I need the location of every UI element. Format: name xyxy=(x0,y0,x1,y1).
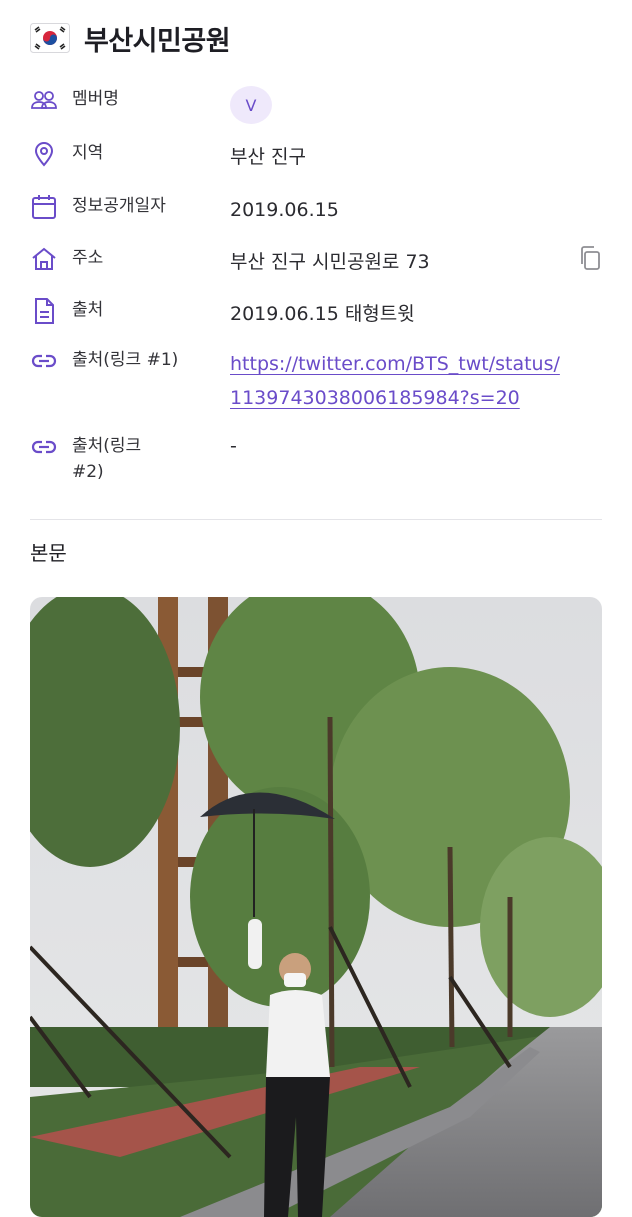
link2-label-line1: 출처(링크 xyxy=(72,436,142,456)
location-pin-icon xyxy=(34,142,54,167)
link2-label: 출처(링크 #2) xyxy=(72,433,200,485)
link1-anchor[interactable]: https://twitter.com/BTS_twt/status/ 1139… xyxy=(230,347,602,415)
field-link2: 출처(링크 #2) - xyxy=(30,433,602,485)
region-value: 부산 진구 xyxy=(230,146,306,168)
member-badge[interactable]: V xyxy=(230,86,272,124)
link1-label: 출처(링크 #1) xyxy=(72,350,179,370)
people-icon xyxy=(31,91,57,109)
member-value: V xyxy=(245,95,257,115)
source-label: 출처 xyxy=(72,300,104,320)
divider xyxy=(30,519,602,520)
link1-line2[interactable]: 1139743038006185984?s=20 xyxy=(230,381,602,415)
park-photo-illustration xyxy=(30,597,602,1217)
field-address: 주소 부산 진구 시민공원로 73 xyxy=(30,245,602,279)
date-label: 정보공개일자 xyxy=(72,196,166,216)
address-value: 부산 진구 시민공원로 73 xyxy=(230,251,430,273)
field-date: 정보공개일자 2019.06.15 xyxy=(30,193,602,227)
address-label: 주소 xyxy=(72,248,104,268)
body-section-title: 본문 xyxy=(30,541,67,565)
link-icon xyxy=(31,354,57,368)
member-label: 멤버명 xyxy=(72,89,119,109)
link-icon xyxy=(31,440,57,454)
place-header: 부산시민공원 xyxy=(30,18,231,58)
link2-label-line2: #2) xyxy=(72,462,104,482)
document-icon xyxy=(35,298,54,324)
link2-value: - xyxy=(230,435,237,457)
link1-line1[interactable]: https://twitter.com/BTS_twt/status/ xyxy=(230,347,602,381)
region-label: 지역 xyxy=(72,143,104,163)
copy-icon[interactable] xyxy=(578,245,602,271)
field-member: 멤버명 V xyxy=(30,86,602,124)
field-region: 지역 부산 진구 xyxy=(30,140,602,174)
calendar-icon xyxy=(32,195,56,219)
source-value: 2019.06.15 태형트윗 xyxy=(230,303,415,325)
field-link1: 출처(링크 #1) https://twitter.com/BTS_twt/st… xyxy=(30,347,602,415)
page-title: 부산시민공원 xyxy=(84,25,231,57)
flag-icon xyxy=(30,23,70,53)
field-source: 출처 2019.06.15 태형트윗 xyxy=(30,297,602,331)
home-icon xyxy=(32,247,56,270)
body-photo[interactable] xyxy=(30,597,602,1217)
date-value: 2019.06.15 xyxy=(230,199,339,221)
